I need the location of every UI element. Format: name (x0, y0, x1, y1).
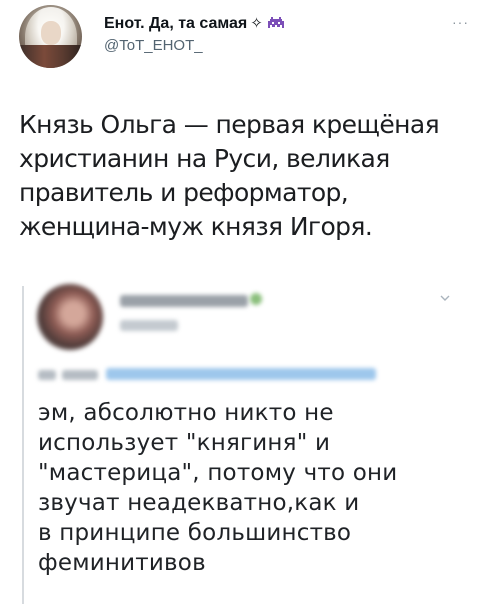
sparkle-icon: ✧ (250, 15, 263, 32)
author-name-text: Енот. Да, та самая (104, 15, 248, 32)
tweet-line: женщина-муж князя Игоря. (19, 212, 373, 241)
author-name[interactable]: Енот. Да, та самая ✧ (104, 14, 285, 33)
quoted-line: "мастерица", потому что они (38, 460, 398, 486)
author-handle[interactable]: @ToT_EHOT_ (104, 37, 203, 54)
tweet-line: христианин на Руси, великая (19, 144, 390, 173)
avatar-cloak (19, 45, 82, 68)
quoted-handle-blurred (120, 320, 178, 331)
quoted-badge-blurred (250, 293, 262, 305)
quoted-line: эм, абсолютно никто не (38, 400, 334, 426)
avatar-face (41, 21, 61, 45)
quote-border (22, 286, 24, 604)
reply-to-blurred (38, 370, 56, 380)
quoted-text: эм, абсолютно никто не использует "княги… (38, 398, 478, 578)
quoted-line: звучат неадекватно,как и (38, 490, 360, 516)
chevron-down-icon[interactable] (440, 293, 450, 303)
alien-monster-icon (267, 17, 284, 28)
quoted-line: феминитивов (38, 550, 206, 576)
reply-handles-blurred (106, 368, 376, 380)
tweet-line: правитель и реформатор, (19, 178, 349, 207)
quoted-avatar-blurred (37, 284, 103, 350)
tweet-text: Князь Ольга — первая крещёная христианин… (19, 108, 479, 244)
more-options-icon[interactable]: ··· (452, 14, 469, 30)
reply-to-blurred (62, 370, 98, 380)
quoted-name-blurred (120, 295, 248, 307)
quoted-line: использует "княгиня" и (38, 430, 331, 456)
tweet-line: Князь Ольга — первая крещёная (19, 110, 440, 139)
quoted-line: в принципе большинство (38, 520, 352, 546)
author-avatar[interactable] (19, 5, 82, 68)
